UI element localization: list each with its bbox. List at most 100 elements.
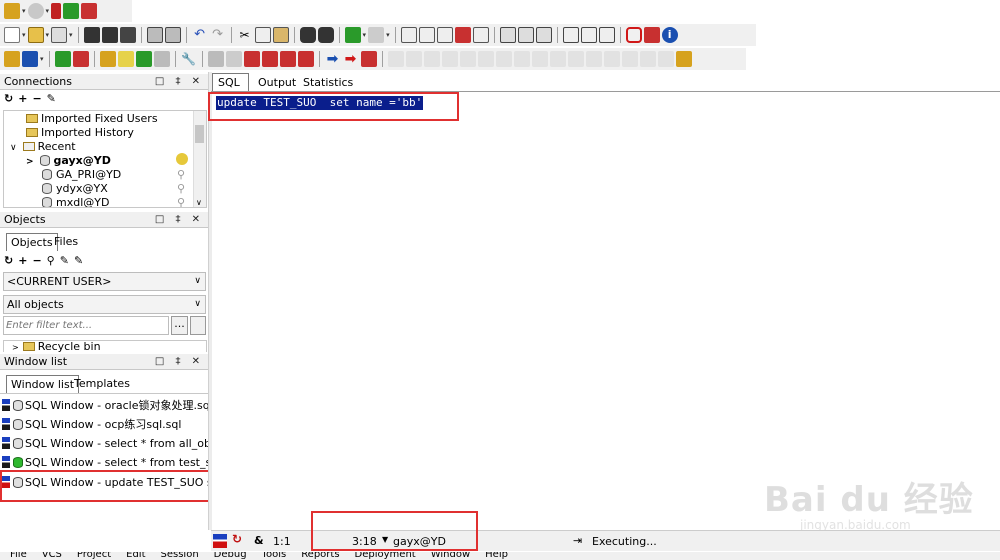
pin-icon[interactable] (51, 3, 62, 19)
arrow-right-blue-icon[interactable]: ➡ (325, 51, 341, 67)
cut-icon[interactable]: ✂ (237, 27, 253, 43)
grid-icon-9[interactable] (531, 51, 548, 67)
explain-icon[interactable] (117, 51, 134, 67)
remove-icon[interactable]: − (32, 254, 46, 267)
window-list-icon[interactable] (535, 27, 552, 43)
save-icon[interactable] (83, 27, 100, 43)
open-icon[interactable] (27, 27, 44, 43)
grid-icon-2[interactable] (405, 51, 422, 67)
tree-item-gayx[interactable]: > gayx@YD (26, 154, 111, 168)
scroll-thumb[interactable] (195, 125, 204, 143)
grid-icon-16[interactable] (657, 51, 674, 67)
redo-icon[interactable]: ↷ (210, 27, 226, 43)
window-tile-icon[interactable] (499, 27, 516, 43)
chevron-right-icon[interactable]: > (26, 157, 34, 167)
debug-over-icon[interactable] (261, 51, 278, 67)
tab-objects[interactable]: Objects (6, 233, 58, 251)
grid-icon-3[interactable] (423, 51, 440, 67)
tree-item-recent[interactable]: ∨ Recent (10, 140, 76, 154)
copy-icon[interactable] (254, 27, 271, 43)
debug-step-icon[interactable] (243, 51, 260, 67)
comment-icon[interactable] (454, 27, 471, 43)
export-icon[interactable] (675, 51, 692, 67)
tree-item-imported-fixed-users[interactable]: Imported Fixed Users (26, 112, 158, 126)
upload-red-icon[interactable] (81, 3, 98, 19)
menu-vcs[interactable]: VCS (42, 552, 62, 560)
chevron-down-icon[interactable]: ∨ (10, 143, 17, 153)
bookmark-icon[interactable] (368, 27, 385, 43)
filter-icon[interactable]: ✎ (74, 254, 88, 267)
refresh-red-icon[interactable]: ↻ (232, 532, 242, 546)
help-doc-icon[interactable] (643, 27, 660, 43)
grid-icon-8[interactable] (513, 51, 530, 67)
panel-controls[interactable]: □ ‡ ✕ (155, 212, 204, 227)
tab-files[interactable]: Files (51, 233, 81, 251)
grid-icon-13[interactable] (603, 51, 620, 67)
filter-more-button[interactable]: ... (171, 316, 188, 335)
tile-horizontal-icon[interactable] (562, 27, 579, 43)
grid-icon-1[interactable] (387, 51, 404, 67)
menu-deployment[interactable]: Deployment (355, 552, 416, 560)
filter-input[interactable] (3, 316, 169, 335)
menu-file[interactable]: File (10, 552, 27, 560)
scroll-down-icon[interactable]: ∨ (196, 198, 202, 207)
menu-help[interactable]: Help (485, 552, 508, 560)
edit-icon[interactable]: ✎ (60, 254, 74, 267)
find-icon[interactable] (299, 27, 316, 43)
sql-editor[interactable]: update TEST_SUO set name ='bb' (212, 92, 1000, 528)
grid-icon-14[interactable] (621, 51, 638, 67)
execute-icon[interactable] (99, 51, 116, 67)
panel-controls[interactable]: □ ‡ ✕ (155, 74, 204, 89)
grid-icon-12[interactable] (585, 51, 602, 67)
save-as-icon[interactable] (119, 27, 136, 43)
tab-sql[interactable]: SQL (212, 73, 249, 91)
tab-window-list[interactable]: Window list (6, 375, 80, 393)
window-list-item[interactable]: SQL Window - select * from all_objects (2, 435, 208, 452)
info-icon[interactable]: i (661, 27, 678, 43)
key-icon[interactable] (4, 3, 20, 19)
panel-controls[interactable]: □ ‡ ✕ (155, 354, 204, 369)
uncomment-icon[interactable] (472, 27, 489, 43)
disconnect-icon[interactable] (22, 51, 38, 67)
print-icon[interactable] (146, 27, 163, 43)
tree-item-mxdl[interactable]: mxdl@YD (42, 196, 109, 207)
object-type-select[interactable]: All objects ∨ (3, 295, 206, 314)
menu-reports[interactable]: Reports (301, 552, 339, 560)
replace-icon[interactable] (317, 27, 334, 43)
goto-icon[interactable] (344, 27, 361, 43)
oracle-icon[interactable] (625, 27, 642, 43)
menu-window[interactable]: Window (431, 552, 470, 560)
grid-icon-7[interactable] (495, 51, 512, 67)
filter-options-icon[interactable] (190, 316, 206, 335)
grid-icon-10[interactable] (549, 51, 566, 67)
tab-output[interactable]: Output (255, 74, 299, 92)
menu-edit[interactable]: Edit (126, 552, 145, 560)
menu-session[interactable]: Session (161, 552, 199, 560)
debug-run-icon[interactable] (225, 51, 242, 67)
window-list-item[interactable]: SQL Window - ocp练习sql.sql (2, 416, 208, 433)
grid-icon-11[interactable] (567, 51, 584, 67)
arrow-right-red-icon[interactable]: ➡ (343, 51, 359, 67)
user-select[interactable]: <CURRENT USER> ∨ (3, 272, 206, 291)
grid-icon-4[interactable] (441, 51, 458, 67)
debug-stop-icon[interactable] (297, 51, 314, 67)
unindent-icon[interactable] (436, 27, 453, 43)
gear-icon[interactable] (27, 3, 44, 19)
rollback-icon[interactable] (72, 51, 89, 67)
print-preview-icon[interactable] (51, 27, 68, 43)
format-icon[interactable] (400, 27, 417, 43)
debug-start-icon[interactable] (207, 51, 224, 67)
refresh-icon[interactable]: ↻ (4, 254, 18, 267)
window-cascade-icon[interactable] (517, 27, 534, 43)
scrollbar[interactable]: ∨ (193, 111, 206, 207)
tab-templates[interactable]: Templates (71, 375, 133, 393)
grid-icon-6[interactable] (477, 51, 494, 67)
tab-statistics[interactable]: Statistics (300, 74, 356, 92)
grid-icon-5[interactable] (459, 51, 476, 67)
debug-out-icon[interactable] (279, 51, 296, 67)
fetch-icon[interactable] (153, 51, 170, 67)
record-icon[interactable] (360, 51, 377, 67)
upload-green-icon[interactable] (63, 3, 80, 19)
refresh-icon[interactable]: ↻ (4, 92, 18, 105)
indent-icon[interactable] (418, 27, 435, 43)
